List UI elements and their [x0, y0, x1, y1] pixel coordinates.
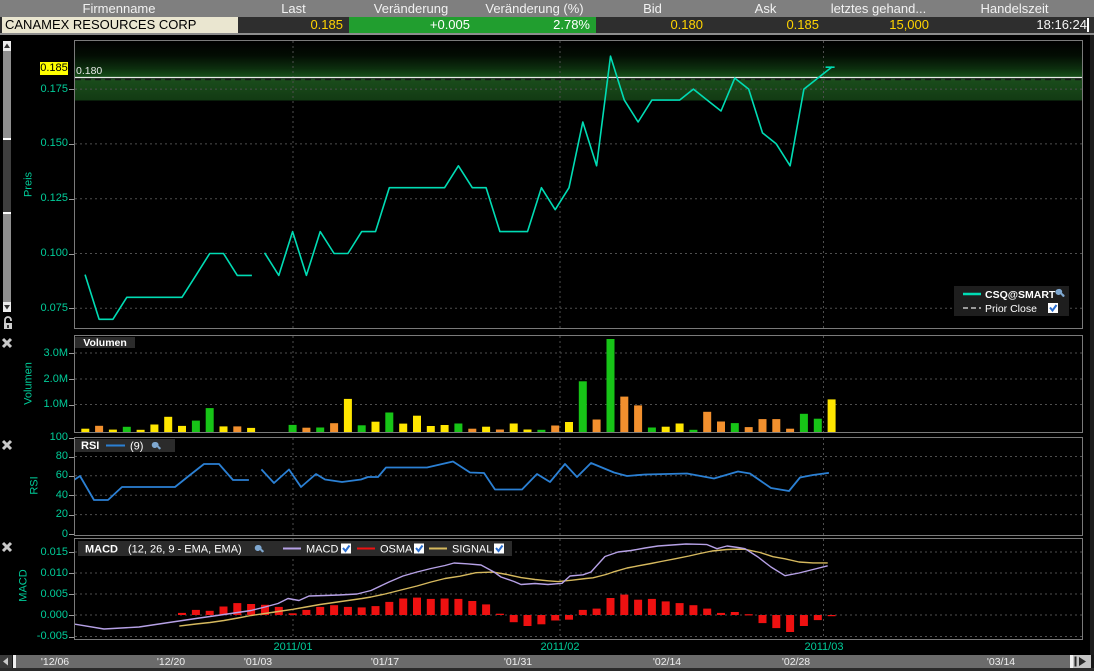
svg-text:SIGNAL: SIGNAL: [452, 544, 492, 556]
svg-text:MACD: MACD: [85, 544, 118, 556]
svg-text:(12, 26, 9 - EMA, EMA): (12, 26, 9 - EMA, EMA): [128, 544, 242, 556]
svg-text:Prior Close: Prior Close: [985, 303, 1037, 315]
svg-text:(9): (9): [130, 441, 143, 453]
svg-text:OSMA: OSMA: [380, 544, 413, 556]
svg-text:MACD: MACD: [306, 544, 338, 556]
svg-text:CSQ@SMART: CSQ@SMART: [985, 289, 1056, 301]
